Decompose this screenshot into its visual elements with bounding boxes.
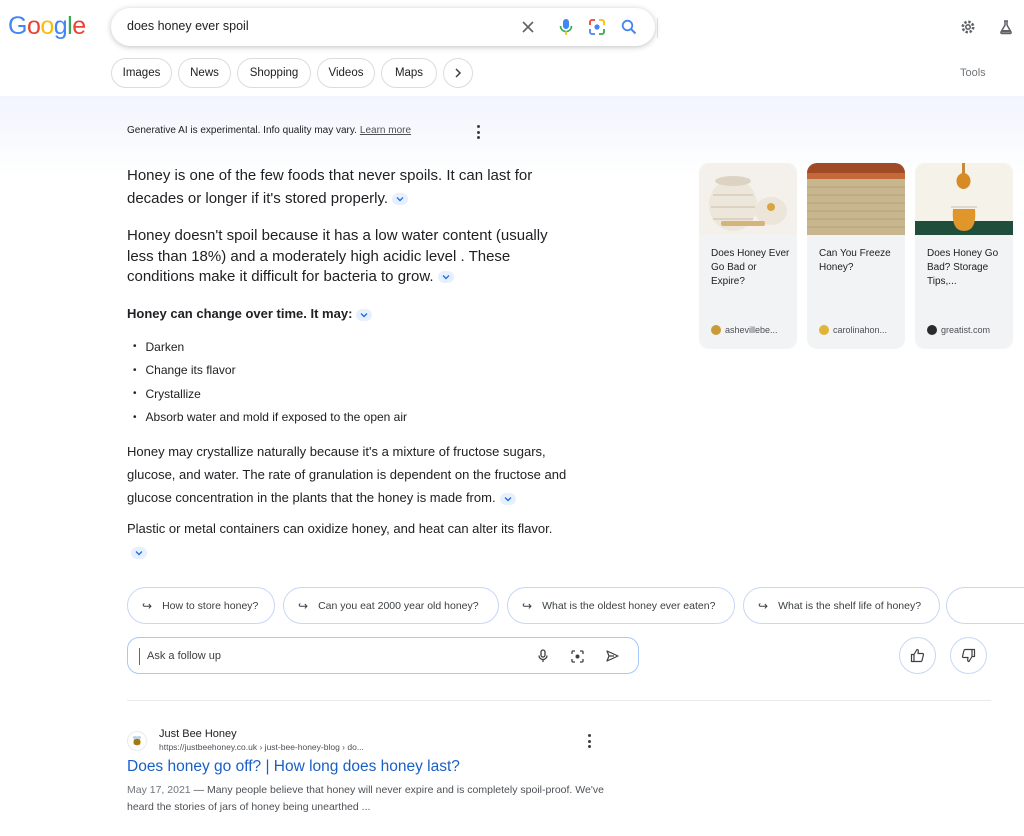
- labs-flask-icon[interactable]: [996, 17, 1016, 37]
- tab-maps[interactable]: Maps: [381, 58, 437, 88]
- ai-subheading: Honey can change over time. It may:: [127, 306, 373, 321]
- expand-source-chevron-icon[interactable]: [499, 492, 516, 505]
- greatist-favicon-icon: [927, 325, 937, 335]
- honeycomb-thumbnail: [807, 163, 905, 235]
- search-input[interactable]: does honey ever spoil: [127, 19, 249, 33]
- result-site-name[interactable]: Just Bee Honey: [159, 728, 237, 740]
- result-snippet: May 17, 2021 — Many people believe that …: [127, 784, 604, 813]
- result-menu-icon[interactable]: [584, 734, 594, 748]
- followup-chip[interactable]: ↪ How to store honey?: [127, 587, 275, 624]
- search-divider: [657, 18, 658, 38]
- source-card[interactable]: Can You Freeze Honey? carolinahon...: [807, 163, 905, 349]
- tab-images[interactable]: Images: [111, 58, 172, 88]
- send-icon[interactable]: [604, 648, 620, 664]
- followup-chip[interactable]: ↪ What is the oldest honey ever eaten?: [507, 587, 735, 624]
- result-title-link[interactable]: Does honey go off? | How long does honey…: [127, 758, 460, 776]
- reply-arrow-icon: ↪: [522, 598, 533, 613]
- ai-bullet-list: • Darken • Change its flavor • Crystallize …: [133, 335, 407, 429]
- expand-source-chevron-icon[interactable]: [131, 546, 147, 559]
- ai-paragraph-4: Plastic or metal containers can oxidize …: [127, 517, 567, 563]
- chevron-right-icon: [455, 68, 462, 78]
- result-url[interactable]: https://justbeehoney.co.uk › just-bee-ho…: [159, 742, 364, 752]
- honey-jar-thumbnail: [915, 163, 1013, 235]
- search-icon[interactable]: [619, 17, 639, 37]
- followup-chip[interactable]: ↪ What is the shelf life of honey?: [743, 587, 940, 624]
- ai-overview-menu-icon[interactable]: [473, 125, 483, 139]
- tools-button[interactable]: Tools: [960, 67, 986, 79]
- honey-pot-thumbnail: [699, 163, 797, 235]
- followup-chip[interactable]: ↪ Can you eat 2000 year old honey?: [283, 587, 499, 624]
- source-card[interactable]: Does Honey Ever Go Bad or Expire? ashevi…: [699, 163, 797, 349]
- microphone-icon[interactable]: [556, 17, 576, 37]
- google-lens-icon[interactable]: [587, 17, 607, 37]
- google-lens-icon[interactable]: [569, 648, 585, 664]
- microphone-icon[interactable]: [535, 648, 551, 664]
- learn-more-link[interactable]: Learn more: [360, 125, 411, 136]
- reply-arrow-icon: ↪: [758, 598, 769, 613]
- clear-icon[interactable]: [518, 17, 538, 37]
- ai-paragraph-2: Honey doesn't spoil because it has a low…: [127, 227, 548, 285]
- ai-paragraph-3: Honey may crystallize naturally because …: [127, 444, 567, 505]
- list-item: • Change its flavor: [133, 363, 236, 378]
- reply-arrow-icon: ↪: [142, 598, 153, 613]
- reply-arrow-icon: ↪: [298, 598, 309, 613]
- thumbs-up-button[interactable]: [899, 637, 936, 674]
- search-box[interactable]: does honey ever spoil: [111, 8, 658, 46]
- expand-source-chevron-icon[interactable]: [356, 308, 373, 321]
- search-tabs: Images News Shopping Videos Maps: [111, 58, 473, 88]
- expand-source-chevron-icon[interactable]: [437, 271, 454, 284]
- bee-favicon-icon: [711, 325, 721, 335]
- tab-news[interactable]: News: [178, 58, 231, 88]
- ask-followup-input[interactable]: Ask a follow up: [127, 637, 639, 674]
- followup-chip-partial[interactable]: [946, 587, 1024, 624]
- ai-disclaimer: Generative AI is experimental. Info qual…: [127, 125, 412, 136]
- tab-videos[interactable]: Videos: [317, 58, 375, 88]
- section-divider: [127, 700, 991, 701]
- list-item: • Absorb water and mold if exposed to the…: [133, 410, 408, 425]
- ai-paragraph-1: Honey is one of the few foods that never…: [127, 167, 533, 207]
- thumbs-down-button[interactable]: [950, 637, 987, 674]
- expand-source-chevron-icon[interactable]: [392, 193, 409, 206]
- settings-gear-icon[interactable]: [958, 17, 978, 37]
- source-card[interactable]: Does Honey Go Bad? Storage Tips,... grea…: [915, 163, 1013, 349]
- thumbs-up-icon: [910, 648, 925, 663]
- google-logo[interactable]: Google: [8, 12, 86, 41]
- list-item: • Darken: [133, 339, 185, 354]
- bee-favicon-icon: [819, 325, 829, 335]
- thumbs-down-icon: [961, 648, 976, 663]
- more-tabs-button[interactable]: [443, 58, 473, 88]
- text-cursor: [139, 648, 140, 665]
- bee-favicon-icon: [127, 731, 147, 751]
- tab-shopping[interactable]: Shopping: [237, 58, 311, 88]
- list-item: • Crystallize: [133, 386, 201, 401]
